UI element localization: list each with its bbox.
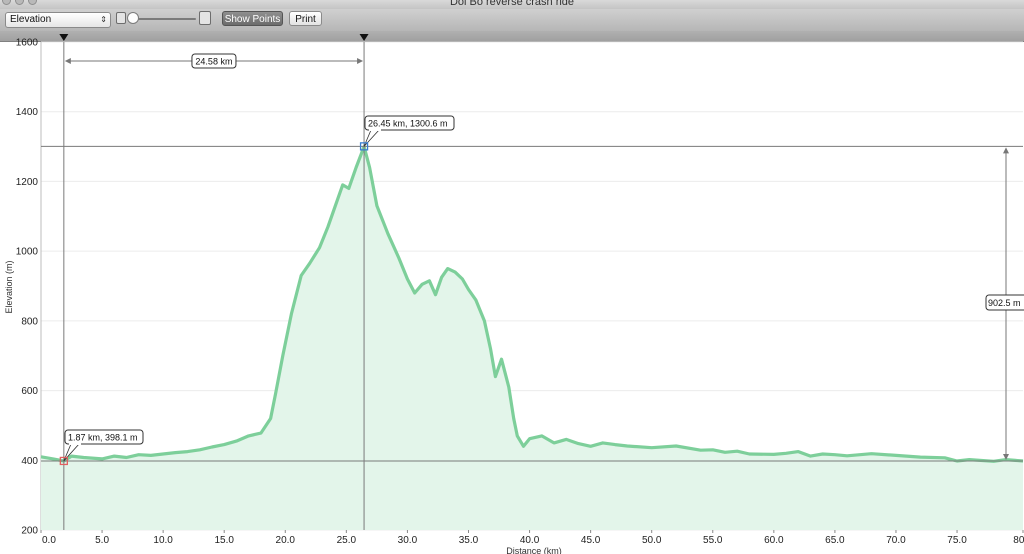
x-tick-label: 80.4 [1013, 535, 1024, 546]
x-tick-label: 20.0 [276, 535, 296, 546]
x-tick-label: 35.0 [459, 535, 479, 546]
x-tick-label: 40.0 [520, 535, 540, 546]
arrow-right-icon [357, 58, 364, 64]
summit-callout-pointer [363, 129, 380, 147]
x-tick-label: 45.0 [581, 535, 601, 546]
x-tick-label: 50.0 [642, 535, 662, 546]
y-tick-label: 1200 [16, 177, 39, 188]
elevation-profile-line [40, 145, 1024, 463]
annotations: 24.58 km 902.5 m 1.87 km, 398.1 m 26.45 km,… [59, 53, 1024, 466]
x-tick-label: 60.0 [764, 535, 784, 546]
start-callout-gap [69, 443, 81, 445]
elevation-chart: 200 400 600 800 1000 1200 1400 1600 0.0 5.0 10.0 1… [4, 34, 1024, 554]
y-axis-title: Elevation (m) [4, 260, 14, 313]
range-handles[interactable] [59, 34, 369, 41]
x-tick-label: 25.0 [337, 535, 357, 546]
start-range-handle-icon[interactable] [59, 34, 69, 41]
y-tick-label: 1400 [16, 107, 39, 118]
x-tick-label: 65.0 [825, 535, 845, 546]
x-axis-title: Distance (km) [506, 546, 562, 554]
distance-label: 24.58 km [195, 57, 232, 67]
end-range-handle-icon[interactable] [359, 34, 369, 41]
elevation-label: 902.5 m [988, 298, 1021, 308]
x-tick-label: 55.0 [703, 535, 723, 546]
y-tick-label: 200 [21, 526, 38, 537]
y-axis-ticks: 200 400 600 800 1000 1200 1400 1600 [16, 38, 39, 537]
y-tick-label: 1000 [16, 247, 39, 258]
x-tick-label: 70.0 [886, 535, 906, 546]
y-tick-label: 600 [21, 386, 38, 397]
x-tick-label: 30.0 [398, 535, 418, 546]
x-tick-label: 5.0 [95, 535, 109, 546]
y-tick-label: 1600 [16, 38, 39, 49]
summit-callout-gap [369, 129, 381, 131]
x-tick-label: 0.0 [42, 535, 56, 546]
elevation-area-fill [41, 146, 1023, 530]
arrow-left-icon [64, 58, 71, 64]
y-tick-label: 400 [21, 456, 38, 467]
arrow-up-icon [1003, 147, 1009, 154]
x-tick-label: 15.0 [214, 535, 234, 546]
x-tick-label: 10.0 [153, 535, 173, 546]
start-callout-label: 1.87 km, 398.1 m [68, 433, 138, 443]
y-tick-label: 800 [21, 316, 38, 327]
x-tick-label: 75.0 [947, 535, 967, 546]
x-axis-ticks: 0.0 5.0 10.0 15.0 20.0 25.0 30.0 35.0 40.0 45.0 50… [40, 530, 1024, 546]
summit-callout-label: 26.45 km, 1300.6 m [368, 119, 448, 129]
